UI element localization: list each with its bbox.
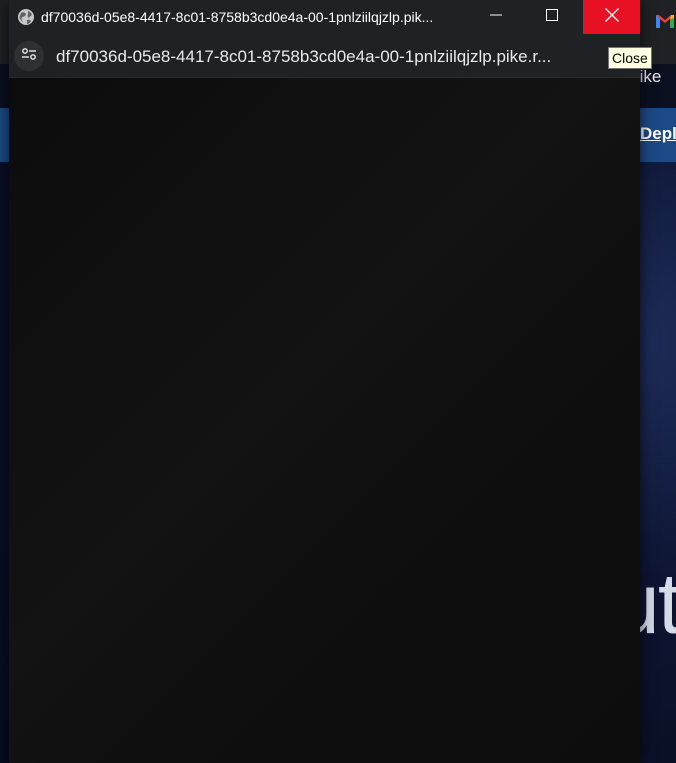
window-title: df70036d-05e8-4417-8c01-8758b3cd0e4a-00-…: [41, 9, 434, 25]
maximize-button[interactable]: [524, 0, 580, 34]
url-text[interactable]: df70036d-05e8-4417-8c01-8758b3cd0e4a-00-…: [56, 46, 586, 68]
close-tooltip: Close: [608, 47, 652, 69]
popup-window: df70036d-05e8-4417-8c01-8758b3cd0e4a-00-…: [9, 0, 640, 763]
globe-icon: [16, 7, 36, 27]
site-settings-icon: [21, 47, 37, 66]
minimize-button[interactable]: [468, 0, 524, 34]
maximize-icon: [546, 8, 558, 26]
close-button[interactable]: [583, 0, 640, 34]
site-info-button[interactable]: [14, 41, 44, 71]
page-content: [9, 78, 640, 763]
minimize-icon: [490, 8, 502, 26]
background-nav-link-deploy[interactable]: Depl: [640, 124, 676, 144]
gmail-icon[interactable]: [654, 10, 676, 32]
close-icon: [604, 7, 619, 27]
address-bar: df70036d-05e8-4417-8c01-8758b3cd0e4a-00-…: [9, 34, 640, 78]
title-bar[interactable]: df70036d-05e8-4417-8c01-8758b3cd0e4a-00-…: [9, 0, 640, 34]
